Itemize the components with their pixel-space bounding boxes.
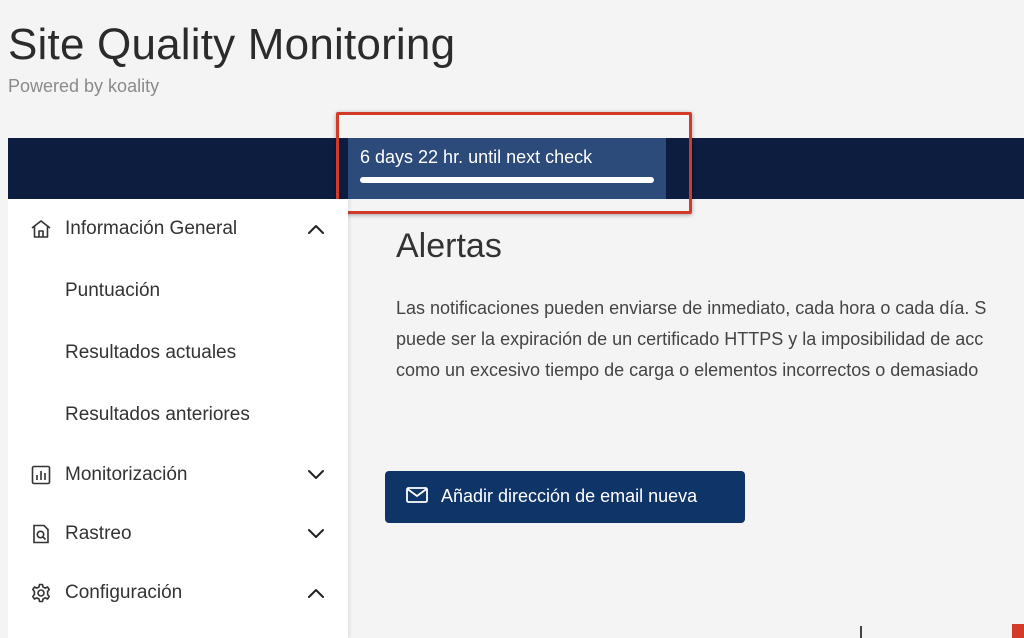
sidebar-item-puntuacion[interactable]: Puntuación (8, 265, 348, 317)
mail-icon (405, 485, 429, 508)
gear-icon (30, 582, 52, 604)
add-email-button-label: Añadir dirección de email nueva (441, 486, 698, 506)
app-subtitle: Powered by koality (8, 76, 160, 96)
cropped-red-element (1012, 624, 1024, 638)
sidebar-item-resultados-actuales[interactable]: Resultados actuales (8, 327, 348, 379)
add-email-button[interactable]: Añadir dirección de email nueva (385, 471, 745, 523)
main-content: Alertas Las notificaciones pueden enviar… (348, 199, 1024, 638)
sidebar-item-label: Información General (65, 218, 238, 239)
sidebar: Información General Puntuación Resultado… (8, 199, 348, 638)
section-description: Las notificaciones pueden enviarse de in… (396, 293, 1024, 386)
home-icon (30, 218, 52, 240)
app-title: Site Quality Monitoring (8, 20, 456, 69)
description-line: Las notificaciones pueden enviarse de in… (396, 298, 987, 318)
chevron-down-icon[interactable] (306, 465, 326, 485)
sidebar-item-label: Configuración (65, 582, 183, 603)
description-line: puede ser la expiración de un certificad… (396, 329, 984, 349)
sidebar-item-configuracion[interactable]: Configuración (8, 567, 348, 619)
sidebar-item-monitorizacion[interactable]: Monitorización (8, 449, 348, 501)
sidebar-item-informacion-general[interactable]: Información General (8, 203, 348, 255)
description-line: como un excesivo tiempo de carga o eleme… (396, 360, 979, 380)
chevron-up-icon[interactable] (306, 583, 326, 603)
sidebar-item-rastreo[interactable]: Rastreo (8, 508, 348, 560)
sidebar-item-label: Rastreo (65, 523, 132, 544)
chevron-up-icon[interactable] (306, 219, 326, 239)
sidebar-item-label: Puntuación (65, 280, 161, 301)
chevron-down-icon[interactable] (306, 524, 326, 544)
sidebar-item-label: Monitorización (65, 464, 188, 485)
sidebar-item-resultados-anteriores[interactable]: Resultados anteriores (8, 389, 348, 441)
document-search-icon (30, 523, 52, 545)
sidebar-item-label: Resultados anteriores (65, 404, 250, 425)
bar-chart-icon (30, 464, 52, 486)
cropped-text-fragment (858, 626, 888, 638)
section-title: Alertas (396, 227, 502, 265)
sidebar-item-label: Resultados actuales (65, 342, 237, 363)
